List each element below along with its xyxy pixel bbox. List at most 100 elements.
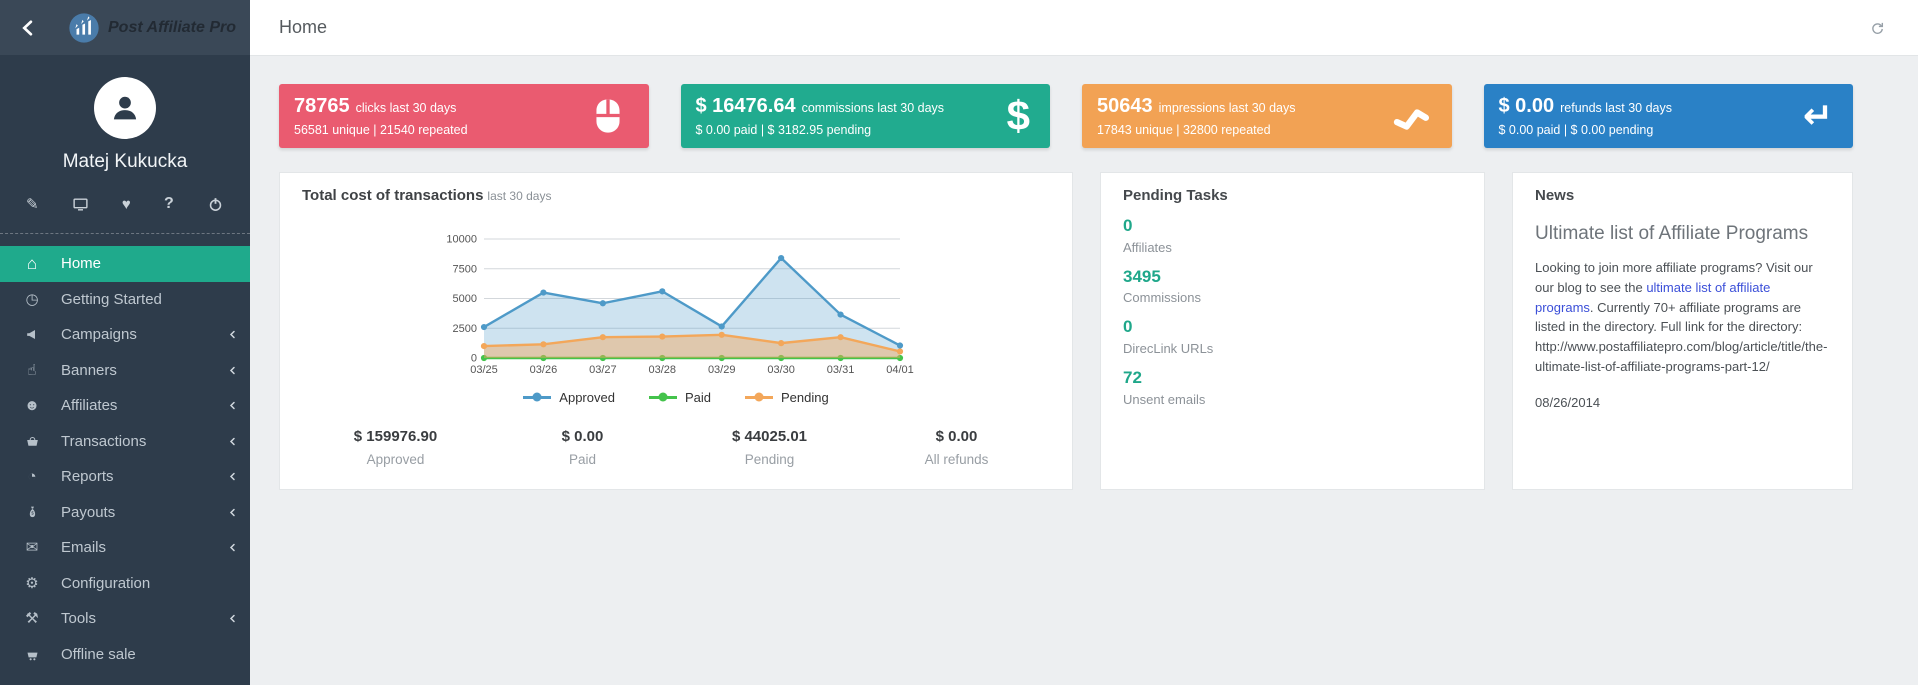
card-label: clicks last 30 days	[356, 101, 457, 115]
svg-text:03/28: 03/28	[649, 364, 677, 376]
news-article-title: Ultimate list of Affiliate Programs	[1535, 223, 1830, 245]
stat-card[interactable]: $ 0.00 refunds last 30 days $ 0.00 paid | …	[1484, 84, 1854, 148]
chevron-left-icon	[228, 508, 237, 517]
sidebar-item-reports[interactable]: ◔Reports	[0, 459, 250, 495]
monitor-icon[interactable]	[72, 195, 89, 213]
svg-text:10000: 10000	[446, 233, 477, 245]
pending-tasks-title: Pending Tasks	[1123, 187, 1462, 204]
task-label: Unsent emails	[1123, 392, 1462, 407]
legend-marker	[649, 396, 677, 399]
chevron-left-icon	[228, 366, 237, 375]
card-subtext: $ 0.00 paid | $ 0.00 pending	[1499, 123, 1784, 137]
card-label: impressions last 30 days	[1159, 101, 1296, 115]
stat-card[interactable]: 50643impressions last 30 days17843 uniqu…	[1082, 84, 1452, 148]
card-value: 78765	[294, 95, 350, 117]
users-icon: ☻	[22, 398, 42, 413]
sidebar-header: Post Affiliate Pro	[0, 0, 250, 55]
pending-task-item: 3495Commissions	[1123, 268, 1462, 306]
svg-text:03/31: 03/31	[827, 364, 855, 376]
task-count: 72	[1123, 369, 1462, 388]
power-icon[interactable]	[207, 195, 224, 213]
sidebar-item-banners[interactable]: ☝Banners	[0, 353, 250, 389]
sidebar-item-label: Offline sale	[61, 646, 136, 663]
pencil-icon[interactable]: ✎	[26, 195, 39, 213]
sidebar-item-campaigns[interactable]: Campaigns	[0, 317, 250, 353]
chevron-left-icon	[228, 437, 237, 446]
trend-line-icon	[1390, 95, 1432, 137]
task-label: Affiliates	[1123, 240, 1462, 255]
sidebar-item-home[interactable]: ⌂Home	[0, 246, 250, 282]
transactions-chart: 02500500075001000003/2503/2603/2703/2803…	[436, 232, 916, 384]
legend-marker	[523, 396, 551, 399]
money-bag-icon: $	[22, 505, 42, 520]
sidebar-item-emails[interactable]: ✉ Emails	[0, 530, 250, 566]
app-logo-icon[interactable]	[68, 12, 100, 44]
chevron-left-icon	[228, 330, 237, 339]
sidebar-item-tools[interactable]: ⚒Tools	[0, 601, 250, 637]
sidebar-item-getting-started[interactable]: ◷Getting Started	[0, 282, 250, 318]
back-chevron-icon[interactable]	[18, 18, 38, 38]
svg-text:$: $	[31, 510, 34, 515]
divider	[0, 233, 250, 234]
legend-item: Approved	[523, 390, 615, 405]
mouse-icon	[587, 95, 629, 137]
help-icon[interactable]: ?	[164, 195, 174, 213]
summary-item: $ 159976.90Approved	[302, 428, 489, 467]
news-panel: News Ultimate list of Affiliate Programs…	[1512, 172, 1853, 490]
megaphone-icon	[22, 327, 42, 342]
sidebar-item-transactions[interactable]: Transactions	[0, 424, 250, 460]
legend-item: Paid	[649, 390, 711, 405]
svg-text:03/29: 03/29	[708, 364, 736, 376]
sidebar-item-configuration[interactable]: ⚙ Configuration	[0, 566, 250, 602]
dollar-icon: $	[1007, 95, 1030, 137]
pending-task-item: 72 Unsent emails	[1123, 369, 1462, 407]
card-value: $ 16476.64	[696, 95, 796, 117]
svg-text:03/27: 03/27	[589, 364, 617, 376]
hand-pointer-icon: ☝	[22, 363, 42, 378]
transactions-summary: $ 159976.90Approved$ 0.00Paid$ 44025.01P…	[302, 428, 1050, 467]
pending-tasks-list: 0Affiliates3495Commissions0DirecLink URL…	[1123, 204, 1462, 407]
summary-label: All refunds	[863, 452, 1050, 467]
card-subtext: 56581 unique | 21540 repeated	[294, 123, 579, 137]
sidebar-item-label: Emails	[61, 539, 106, 556]
stat-card[interactable]: $ 16476.64commissions last 30 days$ 0.00…	[681, 84, 1051, 148]
svg-text:7500: 7500	[453, 263, 477, 275]
svg-text:5000: 5000	[453, 293, 477, 305]
pending-task-item: 0DirecLink URLs	[1123, 318, 1462, 356]
card-label: refunds last 30 days	[1560, 101, 1672, 115]
basket-icon	[22, 434, 42, 449]
user-profile: Matej Kukucka ✎♥?	[0, 55, 250, 234]
heartbeat-icon[interactable]: ♥	[122, 195, 131, 213]
card-value: $ 0.00	[1499, 95, 1555, 117]
summary-item: $ 0.00Paid	[489, 428, 676, 467]
summary-item: $ 0.00All refunds	[863, 428, 1050, 467]
sidebar-item-label: Tools	[61, 610, 96, 627]
legend-label: Pending	[781, 390, 829, 405]
summary-value: $ 44025.01	[676, 428, 863, 445]
brand-name: Post Affiliate Pro	[108, 19, 236, 37]
stopwatch-icon: ◷	[22, 292, 42, 307]
legend-marker	[745, 396, 773, 399]
refresh-icon[interactable]	[1869, 20, 1885, 36]
cart-icon	[22, 647, 42, 662]
gear-icon: ⚙	[22, 576, 42, 591]
stat-card[interactable]: 78765 clicks last 30 days 56581 unique | 2…	[279, 84, 649, 148]
news-title: News	[1535, 187, 1830, 204]
sidebar-item-affiliates[interactable]: ☻Affiliates	[0, 388, 250, 424]
sidebar-item-label: Configuration	[61, 575, 150, 592]
sidebar-menu: ⌂Home◷Getting StartedCampaigns☝Banners☻A…	[0, 246, 250, 672]
sidebar-item-offline-sale[interactable]: Offline sale	[0, 637, 250, 673]
avatar	[94, 77, 156, 139]
legend-label: Approved	[559, 390, 615, 405]
main-area: Home 78765clicks last 30 days56581 uniqu…	[250, 0, 1918, 685]
transactions-title: Total cost of transactions	[302, 187, 483, 204]
card-headline: 50643impressions last 30 days	[1097, 95, 1382, 118]
summary-value: $ 0.00	[489, 428, 676, 445]
chevron-left-icon	[228, 543, 237, 552]
transactions-subtitle: last 30 days	[487, 189, 551, 203]
sidebar-item-payouts[interactable]: $Payouts	[0, 495, 250, 531]
task-label: DirecLink URLs	[1123, 341, 1462, 356]
envelope-icon: ✉	[22, 540, 42, 555]
task-count: 3495	[1123, 268, 1462, 287]
chevron-left-icon	[228, 401, 237, 410]
